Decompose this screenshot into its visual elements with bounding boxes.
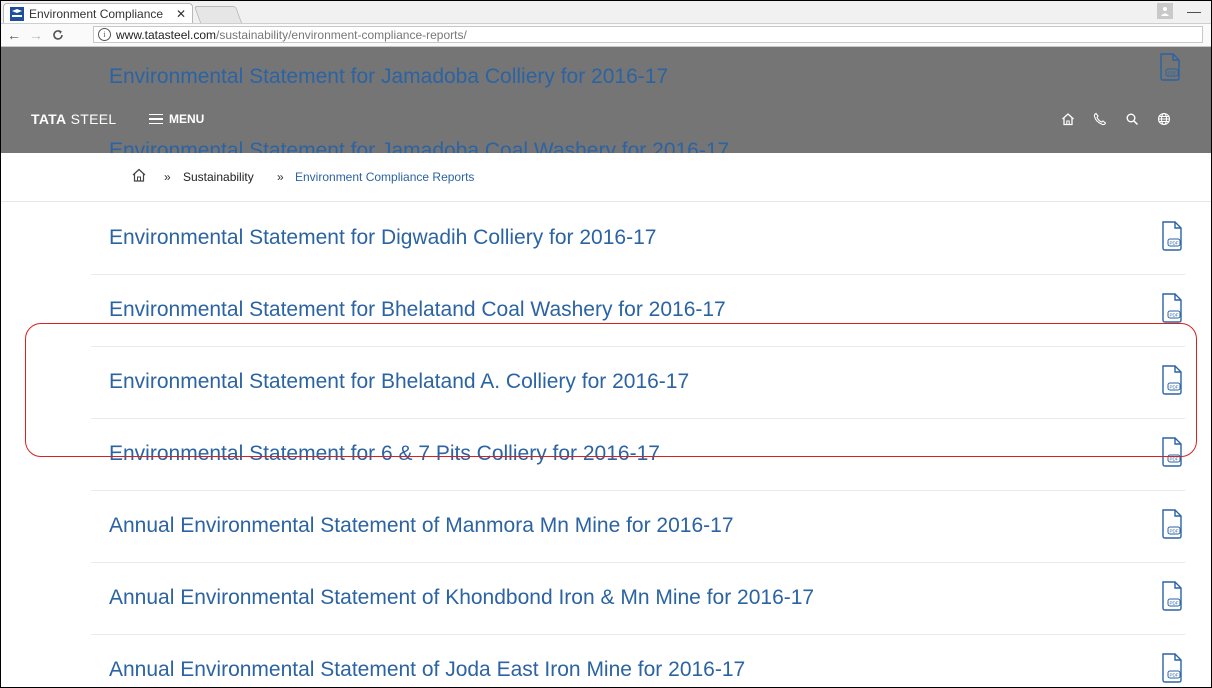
breadcrumb-separator: » bbox=[277, 170, 284, 184]
info-icon[interactable]: i bbox=[98, 28, 111, 41]
svg-text:PDF: PDF bbox=[1168, 71, 1177, 76]
report-link[interactable]: Environmental Statement for 6 & 7 Pits C… bbox=[109, 442, 660, 466]
report-row: Annual Environmental Statement of Manmor… bbox=[91, 490, 1185, 563]
menu-label: MENU bbox=[169, 112, 205, 126]
report-row: Environmental Statement for 6 & 7 Pits C… bbox=[91, 418, 1185, 491]
search-icon[interactable] bbox=[1125, 112, 1139, 126]
report-row: Annual Environmental Statement of Joda E… bbox=[91, 634, 1185, 687]
report-link[interactable]: Annual Environmental Statement of Joda E… bbox=[109, 658, 745, 682]
url-path: /sustainability/environment-compliance-r… bbox=[216, 27, 467, 42]
globe-icon[interactable] bbox=[1157, 112, 1171, 126]
svg-text:PDF: PDF bbox=[1170, 601, 1179, 606]
reload-icon[interactable] bbox=[49, 26, 67, 44]
pdf-icon[interactable]: PDF bbox=[1161, 365, 1183, 400]
pdf-icon[interactable]: PDF bbox=[1161, 653, 1183, 687]
pdf-icon[interactable]: PDF bbox=[1161, 509, 1183, 544]
svg-text:PDF: PDF bbox=[1170, 241, 1179, 246]
new-tab-button[interactable] bbox=[193, 6, 243, 23]
tab-close-icon[interactable]: ✕ bbox=[176, 7, 186, 21]
report-row: Environmental Statement for Bhelatand A.… bbox=[91, 346, 1185, 419]
breadcrumb-sustainability[interactable]: Sustainability bbox=[183, 170, 254, 184]
report-row: Annual Environmental Statement of Khondb… bbox=[91, 562, 1185, 635]
browser-window: Environment Compliance ✕ — ← → i www.tat… bbox=[0, 0, 1212, 688]
report-link[interactable]: Annual Environmental Statement of Manmor… bbox=[109, 514, 734, 538]
main-nav: TATA STEEL MENU bbox=[1, 99, 1211, 139]
svg-text:PDF: PDF bbox=[1170, 385, 1179, 390]
address-bar[interactable]: i www.tatasteel.com/sustainability/envir… bbox=[93, 26, 1203, 43]
tata-steel-logo[interactable]: TATA STEEL bbox=[31, 111, 116, 127]
window-controls: — bbox=[1157, 3, 1201, 19]
tata-favicon-icon bbox=[10, 6, 24, 21]
tab-strip: Environment Compliance ✕ — bbox=[1, 1, 1211, 24]
svg-text:PDF: PDF bbox=[1170, 529, 1179, 534]
phone-icon[interactable] bbox=[1093, 112, 1107, 126]
svg-text:PDF: PDF bbox=[1170, 673, 1179, 678]
url-host: www.tatasteel.com bbox=[116, 27, 217, 42]
report-row: Environmental Statement for Digwadih Col… bbox=[91, 202, 1185, 275]
page-content: Environmental Statement for Digwadih Col… bbox=[1, 47, 1211, 687]
breadcrumb-separator: » bbox=[164, 170, 171, 184]
report-row: Environmental Statement for Bhelatand Co… bbox=[91, 274, 1185, 347]
breadcrumb-current[interactable]: Environment Compliance Reports bbox=[295, 170, 474, 184]
pdf-icon[interactable]: PDF bbox=[1161, 221, 1183, 256]
browser-toolbar: ← → i www.tatasteel.com/sustainability/e… bbox=[1, 24, 1211, 47]
report-link[interactable]: Environmental Statement for Bhelatand Co… bbox=[109, 298, 726, 322]
user-profile-icon[interactable] bbox=[1157, 3, 1173, 19]
pdf-icon[interactable]: PDF bbox=[1161, 437, 1183, 472]
home-icon[interactable] bbox=[1061, 112, 1075, 126]
back-icon[interactable]: ← bbox=[5, 26, 23, 44]
report-link[interactable]: Environmental Statement for Digwadih Col… bbox=[109, 226, 656, 250]
pdf-icon[interactable]: PDF bbox=[1161, 581, 1183, 616]
report-link[interactable]: Annual Environmental Statement of Khondb… bbox=[109, 586, 814, 610]
pdf-icon[interactable]: PDF bbox=[1159, 53, 1181, 86]
breadcrumb: » Sustainability » Environment Complianc… bbox=[1, 153, 1211, 202]
breadcrumb-home-icon[interactable] bbox=[131, 167, 147, 183]
hamburger-icon bbox=[149, 113, 163, 125]
svg-text:PDF: PDF bbox=[1170, 313, 1179, 318]
menu-button[interactable]: MENU bbox=[149, 112, 204, 126]
browser-tab[interactable]: Environment Compliance ✕ bbox=[3, 3, 193, 23]
report-link[interactable]: Environmental Statement for Bhelatand A.… bbox=[109, 370, 689, 394]
pdf-icon[interactable]: PDF bbox=[1161, 293, 1183, 328]
peek-report-link[interactable]: Environmental Statement for Jamadoba Col… bbox=[109, 65, 668, 89]
nav-icons bbox=[1061, 112, 1171, 126]
minimize-icon[interactable]: — bbox=[1187, 3, 1201, 19]
site-header: Environmental Statement for Jamadoba Col… bbox=[1, 47, 1211, 162]
forward-icon[interactable]: → bbox=[27, 26, 45, 44]
tab-title: Environment Compliance bbox=[29, 6, 164, 21]
svg-text:PDF: PDF bbox=[1170, 457, 1179, 462]
